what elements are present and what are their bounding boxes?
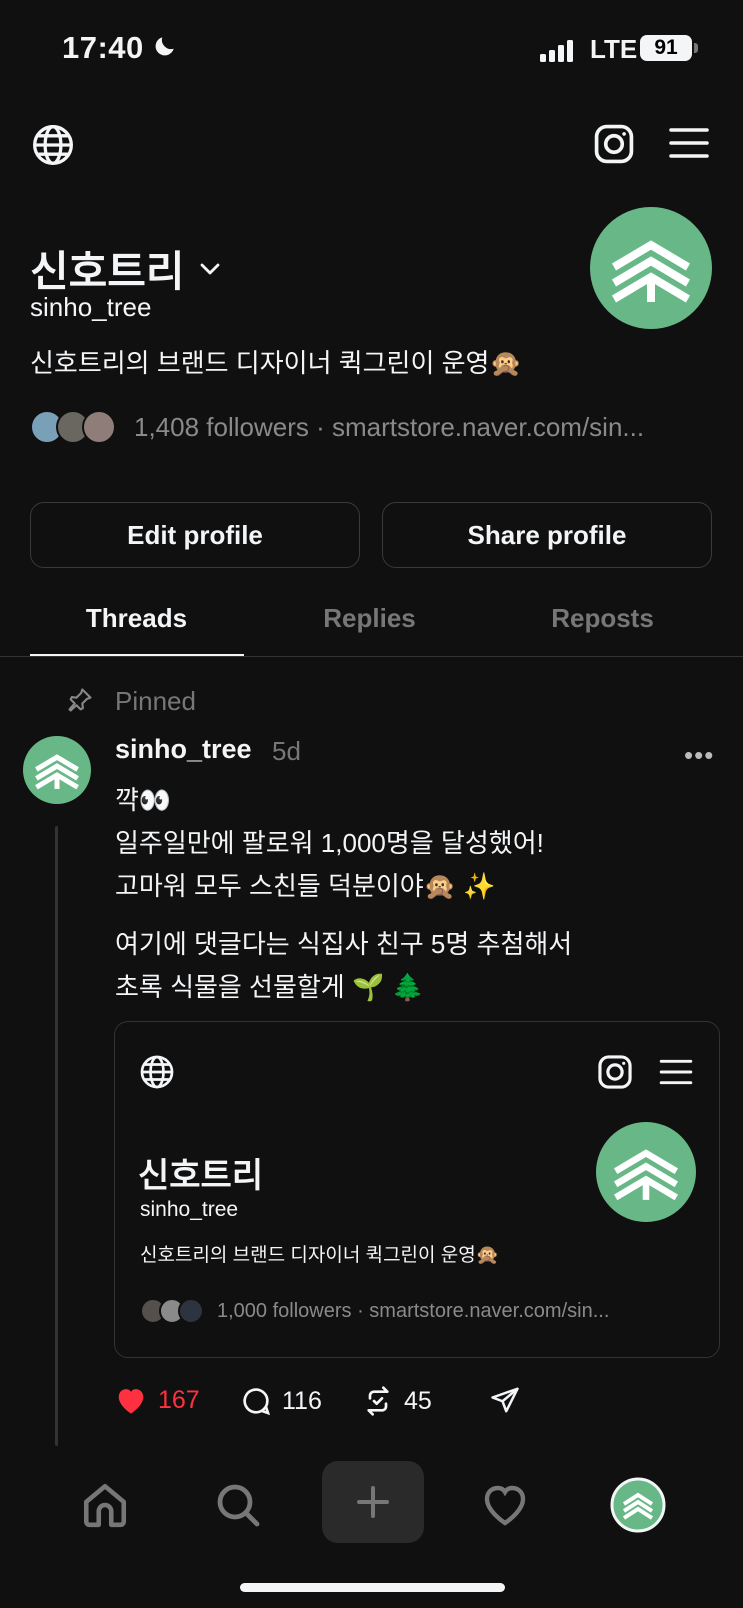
nav-activity[interactable]: [455, 1470, 555, 1540]
heart-icon: [118, 1389, 144, 1414]
more-icon[interactable]: •••: [684, 740, 714, 771]
thread-line: [55, 826, 58, 1446]
tree-logo-icon: [35, 754, 79, 790]
pinned-label: Pinned: [115, 686, 196, 716]
network-label: LTE: [590, 34, 638, 64]
post-text-line: 여기에 댓글다는 식집사 친구 5명 추첨해서: [115, 929, 573, 959]
reply-count: 116: [282, 1386, 322, 1415]
profile-username: sinho_tree: [30, 292, 152, 322]
plus-icon: [357, 1486, 389, 1518]
follower-avatar: [82, 410, 116, 444]
profile-bio: 신호트리의 브랜드 디자이너 퀵그린이 운영🙊: [30, 348, 522, 378]
status-time: 17:40: [62, 30, 144, 65]
share-profile-button[interactable]: Share profile: [382, 502, 712, 568]
tab-divider: [0, 656, 743, 657]
moon-icon: [155, 37, 174, 56]
tab-replies[interactable]: Replies: [253, 603, 486, 634]
share-button[interactable]: [490, 1385, 520, 1415]
like-button[interactable]: 167: [114, 1385, 200, 1415]
instagram-icon: [598, 1055, 632, 1089]
globe-icon[interactable]: [28, 120, 78, 170]
card-followers-text: 1,000 followers · smartstore.naver.com/s…: [217, 1299, 610, 1322]
card-followers-row: 1,000 followers · smartstore.naver.com/s…: [140, 1298, 687, 1324]
nav-profile[interactable]: [588, 1470, 688, 1540]
profile-display-name: 신호트리: [30, 248, 185, 295]
activity-icon: [484, 1485, 526, 1526]
tree-logo-icon: [613, 1149, 679, 1201]
like-count: 167: [158, 1385, 200, 1414]
tree-logo-icon: [611, 240, 691, 303]
follower-avatar: [178, 1298, 204, 1324]
comment-icon: [243, 1388, 271, 1416]
tab-active-indicator: [30, 654, 244, 656]
repost-count: 45: [404, 1386, 432, 1415]
battery-icon: 91: [640, 35, 692, 61]
send-icon: [491, 1387, 519, 1413]
nav-create[interactable]: [322, 1461, 424, 1543]
instagram-icon[interactable]: [588, 118, 640, 170]
home-icon: [83, 1483, 127, 1528]
repost-button[interactable]: 45: [362, 1385, 432, 1417]
card-avatar: [596, 1122, 696, 1222]
repost-icon: [367, 1386, 389, 1416]
post-text-line: 초록 식물을 선물할게 🌱 🌲: [115, 972, 424, 1002]
nav-search[interactable]: [188, 1470, 288, 1540]
tab-reposts[interactable]: Reposts: [486, 603, 719, 634]
profile-avatar-icon: [610, 1477, 666, 1533]
nav-home[interactable]: [55, 1470, 155, 1540]
chevron-down-icon[interactable]: [199, 262, 221, 276]
card-bio: 신호트리의 브랜드 디자이너 퀵그린이 운영🙊: [140, 1245, 500, 1266]
post-text-line: 고마워 모두 스친들 덕분이야🙊 ✨: [115, 871, 496, 901]
tab-threads[interactable]: Threads: [20, 603, 253, 634]
post-text-line: 꺅👀: [115, 785, 172, 815]
followers-row[interactable]: 1,408 followers · smartstore.naver.com/s…: [30, 410, 704, 444]
card-display-name: 신호트리: [138, 1157, 264, 1195]
followers-text: 1,408 followers · smartstore.naver.com/s…: [134, 411, 645, 442]
pin-icon: [68, 688, 92, 712]
post-text-line: 일주일만에 팔로워 1,000명을 달성했어!: [115, 828, 544, 858]
search-icon: [217, 1484, 260, 1527]
profile-avatar[interactable]: [590, 207, 712, 329]
battery-tip: [694, 43, 698, 53]
signal-icon: [540, 40, 573, 62]
reply-button[interactable]: 116: [240, 1385, 322, 1417]
menu-icon: [659, 1059, 693, 1085]
post-time: 5d: [272, 736, 301, 766]
post-avatar[interactable]: [23, 736, 91, 804]
profile-name-row[interactable]: 신호트리: [30, 238, 221, 299]
edit-profile-button[interactable]: Edit profile: [30, 502, 360, 568]
post-username[interactable]: sinho_tree: [115, 734, 252, 765]
globe-icon: [140, 1055, 174, 1089]
menu-icon[interactable]: [664, 118, 714, 168]
home-indicator[interactable]: [240, 1583, 505, 1592]
card-username: sinho_tree: [140, 1198, 239, 1221]
